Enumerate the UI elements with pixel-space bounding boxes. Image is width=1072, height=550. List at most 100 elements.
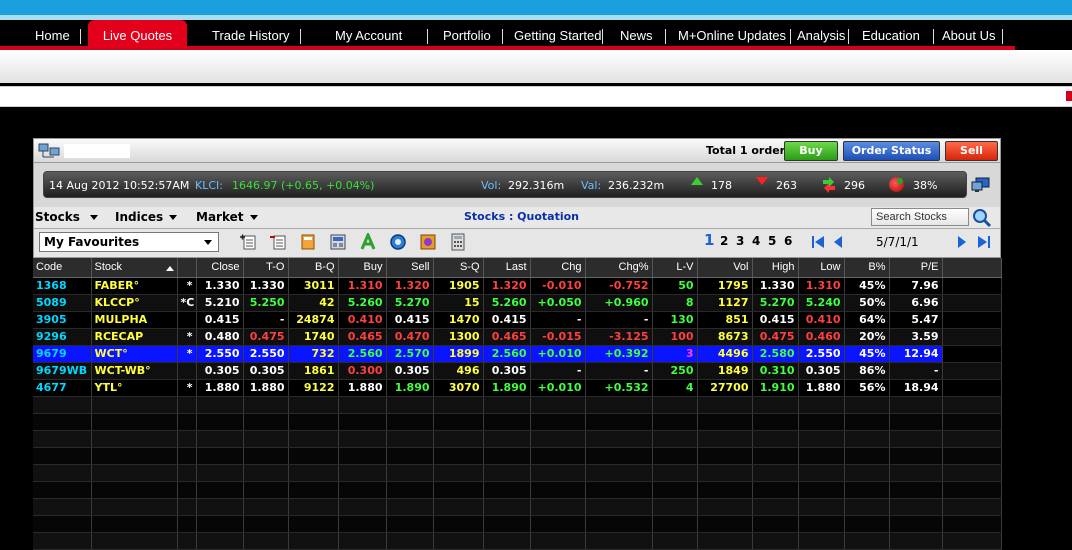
cell-stock: YTL° (91, 379, 178, 397)
nav-news[interactable]: News (620, 28, 653, 43)
col-header-close[interactable]: Close (196, 258, 244, 278)
col-header-sell[interactable]: Sell (386, 258, 434, 278)
cell-last: 0.415 (483, 311, 531, 329)
col-header-chgp[interactable]: Chg% (585, 258, 653, 278)
notebook-icon[interactable] (299, 233, 317, 251)
col-header-buy[interactable]: Buy (338, 258, 387, 278)
cell-to: - (243, 311, 289, 329)
table-row[interactable]: 9679WB WCT-WB° 0.305 0.305 1861 0.300 0.… (33, 362, 1002, 380)
nav-portfolio[interactable]: Portfolio (443, 28, 491, 43)
empty-cell (752, 396, 799, 414)
monitor-icon[interactable] (971, 177, 991, 193)
table-row[interactable]: 9296 RCECAP * 0.480 0.475 1740 0.465 0.4… (33, 328, 1002, 346)
settings-gear-icon[interactable] (389, 233, 407, 251)
market-summary-bar: 14 Aug 2012 10:52:57AM KLCI: 1646.97 (+0… (33, 163, 1001, 207)
col-header-stock[interactable]: Stock (91, 258, 178, 278)
empty-cell (33, 532, 92, 550)
sell-button[interactable]: Sell (945, 141, 998, 161)
cell-bq: 24874 (288, 311, 339, 329)
cell-bp: 50% (844, 294, 890, 312)
stocks-menu-label: Stocks (35, 210, 80, 224)
col-header-pe[interactable]: P/E (889, 258, 943, 278)
favourites-select[interactable]: My Favourites (39, 232, 219, 252)
page-2[interactable]: 2 (720, 234, 728, 248)
empty-cell (177, 430, 197, 448)
font-icon[interactable] (359, 233, 377, 251)
col-header-sq[interactable]: S-Q (433, 258, 484, 278)
last-page-icon[interactable] (977, 235, 991, 249)
page-3[interactable]: 3 (736, 234, 744, 248)
col-header-last[interactable]: Last (483, 258, 531, 278)
empty-cell (196, 532, 244, 550)
cell-flag: * (177, 277, 197, 295)
page-1[interactable]: 1 (704, 231, 714, 249)
empty-cell (697, 498, 753, 516)
search-icon[interactable] (972, 208, 992, 228)
prev-page-icon[interactable] (831, 235, 845, 249)
calculator-screen-icon[interactable] (329, 233, 347, 251)
nav-trade-history[interactable]: Trade History (212, 28, 290, 43)
stocks-menu[interactable]: Stocks (35, 210, 98, 224)
col-header-code[interactable]: Code (33, 258, 92, 278)
nav-about-us[interactable]: About Us (942, 28, 995, 43)
table-row[interactable]: 3905 MULPHA 0.415 - 24874 0.410 0.415 14… (33, 311, 1002, 329)
cell-code: 9296 (33, 328, 92, 346)
search-input[interactable]: Search Stocks (871, 208, 969, 226)
cell-low: 0.410 (798, 311, 845, 329)
order-status-button[interactable]: Order Status (843, 141, 940, 161)
col-header-high[interactable]: High (752, 258, 799, 278)
table-row[interactable]: 1368 FABER° * 1.330 1.330 3011 1.310 1.3… (33, 277, 1002, 295)
nav-mplus-updates[interactable]: M+Online Updates (678, 28, 786, 43)
empty-cell (196, 396, 244, 414)
buy-button[interactable]: Buy (784, 141, 838, 161)
remove-list-icon[interactable] (269, 233, 287, 251)
col-header-chg[interactable]: Chg (530, 258, 586, 278)
cell-flag: *C (177, 294, 197, 312)
calculator-icon[interactable] (449, 233, 467, 251)
page-5[interactable]: 5 (768, 234, 776, 248)
table-row-selected[interactable]: 9679 WCT° * 2.550 2.550 732 2.560 2.570 … (33, 345, 1002, 363)
nav-live-quotes[interactable]: Live Quotes (88, 20, 187, 48)
cell-sq: 15 (433, 294, 484, 312)
empty-cell (942, 464, 1002, 482)
tools-icon[interactable] (419, 233, 437, 251)
page-6[interactable]: 6 (784, 234, 792, 248)
col-header-low[interactable]: Low (798, 258, 845, 278)
col-header-vol[interactable]: Vol (697, 258, 753, 278)
nav-analysis[interactable]: Analysis (797, 28, 845, 43)
cell-lv: 3 (652, 345, 698, 363)
col-header-bq[interactable]: B-Q (288, 258, 339, 278)
cell-code: 9679WB (33, 362, 92, 380)
empty-cell (483, 447, 531, 465)
page-4[interactable]: 4 (752, 234, 760, 248)
cell-blank (942, 345, 1002, 363)
col-header-lv[interactable]: L-V (652, 258, 698, 278)
cell-vol: 1795 (697, 277, 753, 295)
nav-getting-started[interactable]: Getting Started (514, 28, 601, 43)
nav-education[interactable]: Education (862, 28, 920, 43)
cell-sell: 5.270 (386, 294, 434, 312)
cell-sq: 1905 (433, 277, 484, 295)
nav-my-account[interactable]: My Account (335, 28, 402, 43)
col-header-blank (942, 258, 1002, 278)
klci-value: 1646.97 (+0.65, +0.04%) (232, 179, 375, 192)
indices-menu[interactable]: Indices (115, 210, 178, 224)
val-value: 236.232m (608, 179, 665, 192)
empty-cell (697, 447, 753, 465)
chevron-down-icon (249, 215, 258, 220)
cell-chg: -0.010 (530, 277, 586, 295)
first-page-icon[interactable] (811, 235, 825, 249)
empty-cell (798, 396, 845, 414)
market-menu[interactable]: Market (196, 210, 258, 224)
table-row[interactable]: 4677 YTL° * 1.880 1.880 9122 1.880 1.890… (33, 379, 1002, 397)
empty-cell (91, 413, 178, 431)
add-list-icon[interactable] (239, 233, 257, 251)
col-header-bp[interactable]: B% (844, 258, 890, 278)
cell-lv: 50 (652, 277, 698, 295)
cell-close: 1.880 (196, 379, 244, 397)
col-header-to[interactable]: T-O (243, 258, 289, 278)
cell-flag (177, 311, 197, 329)
nav-home[interactable]: Home (35, 28, 70, 43)
table-row[interactable]: 5089 KLCCP° *C 5.210 5.250 42 5.260 5.27… (33, 294, 1002, 312)
next-page-icon[interactable] (955, 235, 969, 249)
